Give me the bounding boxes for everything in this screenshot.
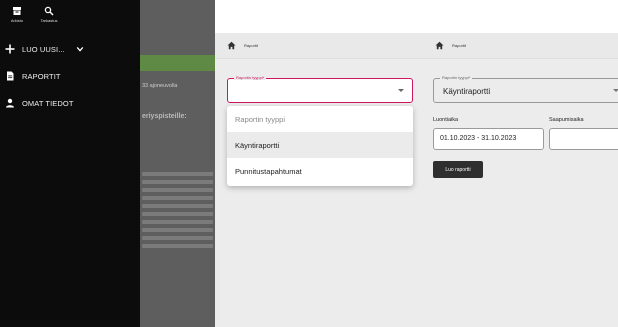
- drawer-top-icons: Arkisto Tarkastus: [0, 0, 140, 23]
- arrival-date-range-input[interactable]: [549, 128, 618, 150]
- option-weighing-events[interactable]: Punnitustapahtumat: [227, 158, 413, 184]
- option-visit-report[interactable]: Käyntiraportti: [227, 132, 413, 158]
- report-type-select[interactable]: Raportin tyyppi*: [227, 75, 413, 103]
- report-type-value: Käyntiraportti: [443, 87, 491, 96]
- report-type-dropdown-screen: Raportit Raportin tyyppi* Raportin tyypp…: [215, 33, 423, 327]
- background-text-line: [142, 204, 213, 208]
- chevron-down-icon: [76, 46, 84, 52]
- report-type-select[interactable]: Raportin tyyppi* Käyntiraportti: [433, 75, 618, 103]
- own-info-label: OMAT TIEDOT: [22, 98, 74, 108]
- report-type-label: Raportin tyyppi*: [440, 75, 473, 80]
- background-text-line: [142, 188, 213, 192]
- background-text-line: [142, 196, 213, 200]
- background-text-line: [142, 212, 213, 216]
- breadcrumb-reports[interactable]: Raportit: [452, 43, 466, 48]
- report-form-screen: Raportit Raportin tyyppi* Käyntiraportti…: [423, 33, 618, 327]
- home-icon[interactable]: [435, 41, 444, 50]
- home-icon[interactable]: [227, 41, 236, 50]
- navigation-drawer: Arkisto Tarkastus LUO UUSI... RAPORTIT O…: [0, 0, 140, 327]
- inspection-label: Tarkastus: [40, 18, 58, 23]
- create-new-menu[interactable]: LUO UUSI...: [5, 44, 84, 54]
- archive-label: Arkisto: [10, 18, 24, 23]
- background-text-line: [142, 180, 213, 184]
- dropdown-arrow-icon: [613, 89, 618, 92]
- background-text-line: [142, 228, 213, 232]
- drawer-item-reports[interactable]: RAPORTIT: [5, 71, 61, 81]
- created-date-range-input[interactable]: 01.10.2023 - 31.10.2023: [433, 128, 544, 150]
- background-heading: eriyspisteille:: [142, 113, 187, 120]
- background-text-line: [142, 236, 213, 240]
- arrival-time-label: Saapumisaika: [549, 117, 584, 123]
- created-time-label: Luontiaika: [433, 117, 459, 123]
- archive-icon: [13, 7, 21, 15]
- background-text-line: [142, 220, 213, 224]
- dropdown-arrow-icon: [398, 89, 404, 92]
- background-text-1: 33 ajoneuvolla: [142, 83, 178, 89]
- person-icon: [6, 98, 14, 108]
- reports-label: RAPORTIT: [22, 71, 61, 81]
- plus-icon: [5, 44, 15, 54]
- inspection-button[interactable]: Tarkastus: [38, 6, 60, 23]
- report-type-label: Raportin tyyppi*: [234, 75, 267, 80]
- background-text-line: [142, 244, 213, 248]
- create-new-label: LUO UUSI...: [22, 44, 65, 54]
- background-banner: [140, 55, 215, 71]
- search-icon: [44, 6, 54, 16]
- screenshot-collage: 33 ajoneuvolla eriyspisteille: Arkisto T…: [0, 0, 618, 327]
- breadcrumb: Raportit: [423, 33, 618, 59]
- breadcrumb-reports[interactable]: Raportit: [244, 43, 258, 48]
- background-text-line: [142, 172, 213, 176]
- create-report-button[interactable]: Luo raportti: [433, 161, 483, 178]
- report-type-options: Raportin tyyppi Käyntiraportti Punnitust…: [227, 106, 413, 186]
- document-icon: [7, 71, 14, 81]
- option-placeholder[interactable]: Raportin tyyppi: [227, 106, 413, 132]
- breadcrumb: Raportit: [215, 33, 423, 59]
- drawer-screen: 33 ajoneuvolla eriyspisteille: Arkisto T…: [0, 0, 215, 327]
- archive-button[interactable]: Arkisto: [6, 6, 28, 23]
- drawer-item-own-info[interactable]: OMAT TIEDOT: [5, 98, 74, 108]
